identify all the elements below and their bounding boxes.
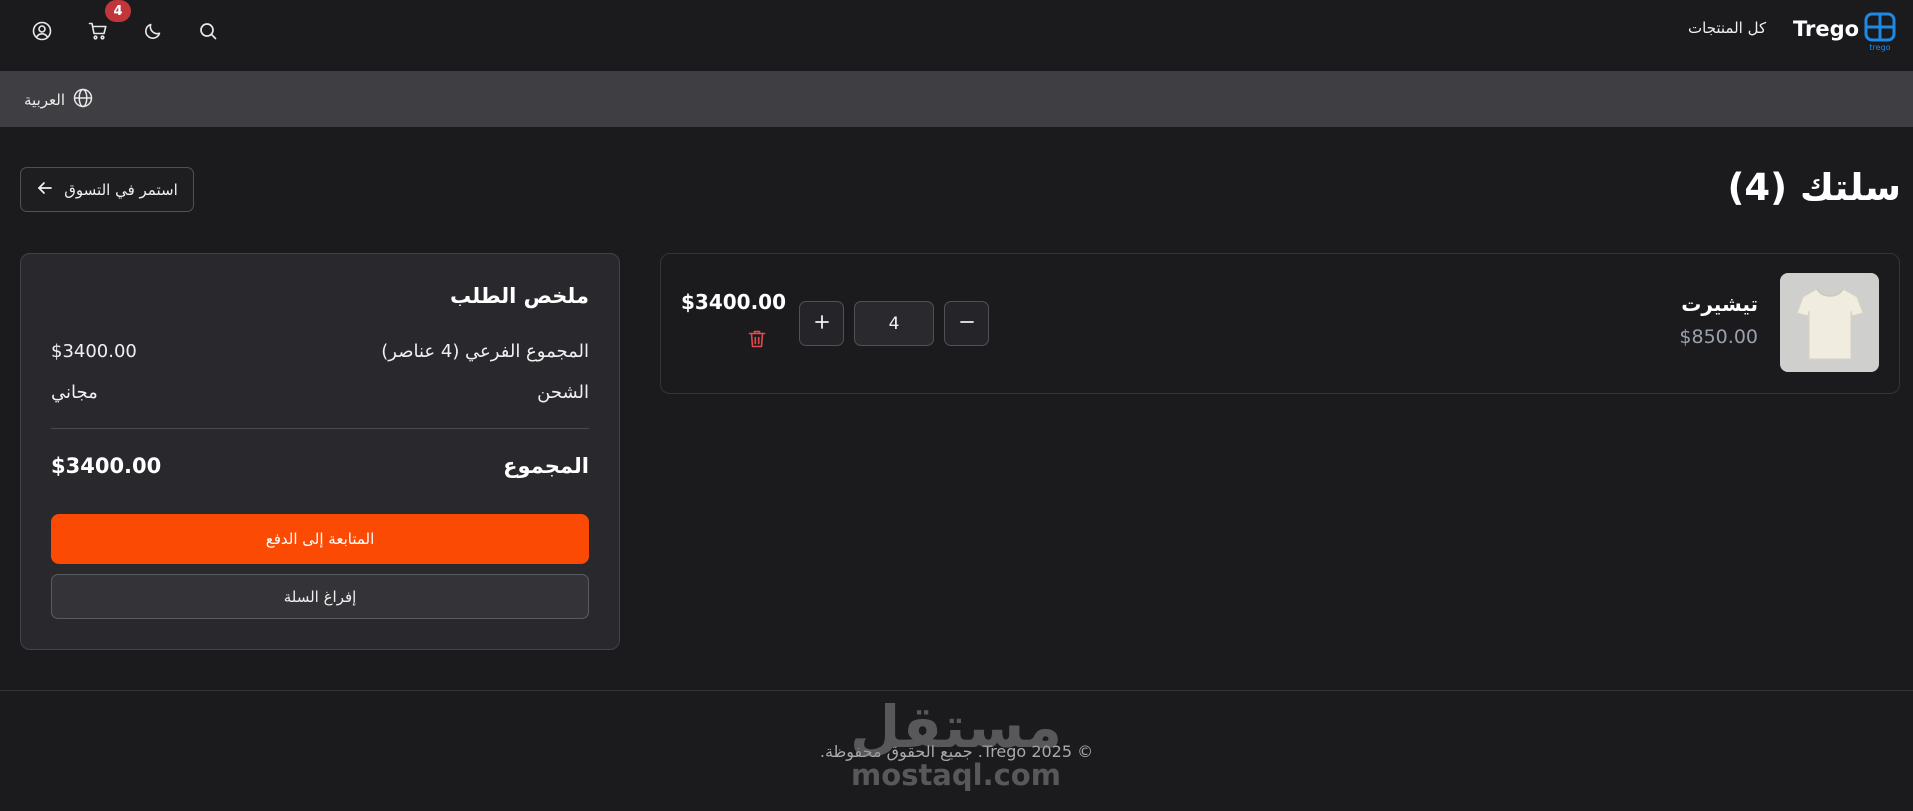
- subtotal-label: المجموع الفرعي (4 عناصر): [381, 341, 589, 362]
- brand-logo-icon[interactable]: trego: [1864, 12, 1896, 52]
- increase-quantity-button[interactable]: [799, 301, 844, 346]
- profile-icon[interactable]: [29, 18, 55, 44]
- order-summary: ملخص الطلب المجموع الفرعي (4 عناصر) $340…: [20, 253, 620, 650]
- page-title: سلتك (4): [1727, 166, 1901, 209]
- minus-icon: [959, 314, 975, 334]
- search-icon[interactable]: [195, 18, 221, 44]
- watermark-latin: mostaql.com: [851, 758, 1061, 792]
- quantity-input[interactable]: [854, 301, 934, 346]
- total-label: المجموع: [503, 454, 589, 478]
- plus-icon: [814, 314, 830, 334]
- product-unit-price: $850.00: [1679, 326, 1758, 348]
- product-image[interactable]: [1780, 273, 1879, 372]
- checkout-button[interactable]: المتابعة إلى الدفع: [51, 514, 589, 564]
- top-header: trego Trego كل المنتجات 4: [0, 0, 1913, 71]
- shipping-label: الشحن: [537, 382, 589, 403]
- total-value: $3400.00: [51, 454, 162, 478]
- footer-divider: [0, 690, 1913, 691]
- nav-all-products-link[interactable]: كل المنتجات: [1688, 19, 1766, 37]
- summary-divider: [51, 428, 589, 429]
- shipping-value: مجاني: [51, 382, 98, 403]
- moon-icon[interactable]: [140, 18, 166, 44]
- cart-icon[interactable]: [85, 18, 111, 44]
- cart-item: تيشيرت $850.00 $3400.00: [660, 253, 1900, 394]
- line-total-price: $3400.00: [681, 290, 787, 314]
- language-switcher[interactable]: العربية: [24, 87, 93, 113]
- watermark-logo: مستقل mostaql.com: [848, 692, 1064, 792]
- continue-shopping-label: استمر في التسوق: [64, 180, 178, 199]
- arrow-left-icon: [36, 179, 54, 201]
- product-name[interactable]: تيشيرت: [1681, 292, 1758, 316]
- language-label: العربية: [24, 91, 65, 109]
- language-bar: العربية: [0, 71, 1913, 127]
- decrease-quantity-button[interactable]: [944, 301, 989, 346]
- watermark-arabic: مستقل: [849, 693, 1063, 761]
- globe-icon: [73, 88, 93, 112]
- clear-cart-button[interactable]: إفراغ السلة: [51, 574, 589, 619]
- continue-shopping-button[interactable]: استمر في التسوق: [20, 167, 194, 212]
- trash-icon[interactable]: [746, 327, 768, 351]
- summary-title: ملخص الطلب: [449, 284, 589, 308]
- cart-count-badge: 4: [105, 0, 131, 22]
- subtotal-value: $3400.00: [51, 341, 137, 362]
- brand-mark-text: trego: [1869, 43, 1890, 52]
- brand-name[interactable]: Trego: [1793, 17, 1859, 41]
